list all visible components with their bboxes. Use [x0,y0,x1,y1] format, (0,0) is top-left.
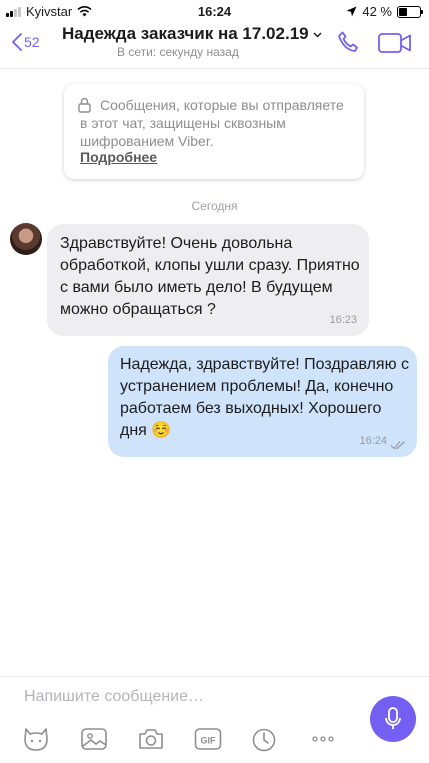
status-bar: Kyivstar 16:24 42 % [0,0,429,24]
battery-fill [399,7,407,16]
status-right: 42 % [346,4,423,19]
message-time: 16:24 [359,435,387,447]
gif-label: GIF [201,736,217,746]
encryption-notice-text: Сообщения, которые вы отправляете в этот… [80,97,344,149]
message-time: 16:23 [329,314,357,326]
message-input[interactable] [24,683,344,711]
timer-icon[interactable] [250,726,278,752]
sticker-icon[interactable] [22,726,50,752]
message-text: Здравствуйте! Очень довольна обработкой,… [60,235,360,318]
battery-percent: 42 % [362,4,392,19]
phone-icon[interactable] [336,30,360,54]
chat-title-text: Надежда заказчик на 17.02.19 [62,24,309,43]
back-button[interactable]: 52 [10,32,40,52]
presence-status: В сети: секунду назад [117,45,239,59]
unread-count: 52 [24,34,40,50]
camera-icon[interactable] [137,726,165,752]
date-separator: Сегодня [191,199,238,213]
avatar[interactable] [10,223,42,255]
learn-more-link[interactable]: Подробнее [80,149,157,165]
message-text: Надежда, здравствуйте! Поздравляю с устр… [120,356,410,439]
more-icon[interactable] [309,726,337,752]
gif-icon[interactable]: GIF [194,726,222,752]
read-ticks-icon [390,441,405,450]
incoming-message[interactable]: Здравствуйте! Очень довольна обработкой,… [47,224,369,336]
dropdown-chevron-icon [313,32,322,38]
location-icon [346,6,357,17]
chat-title[interactable]: Надежда заказчик на 17.02.19 [62,24,322,44]
outgoing-message[interactable]: Надежда, здравствуйте! Поздравляю с устр… [108,346,417,457]
chat-header: 52 Надежда заказчик на 17.02.19 В сети: … [0,24,429,69]
microphone-icon [385,707,401,729]
voice-message-button[interactable] [370,696,416,742]
back-chevron-icon [12,33,22,51]
battery-icon [397,5,423,18]
video-icon[interactable] [378,32,412,54]
encryption-notice: Сообщения, которые вы отправляете в этот… [64,84,364,179]
gallery-icon[interactable] [80,726,108,752]
